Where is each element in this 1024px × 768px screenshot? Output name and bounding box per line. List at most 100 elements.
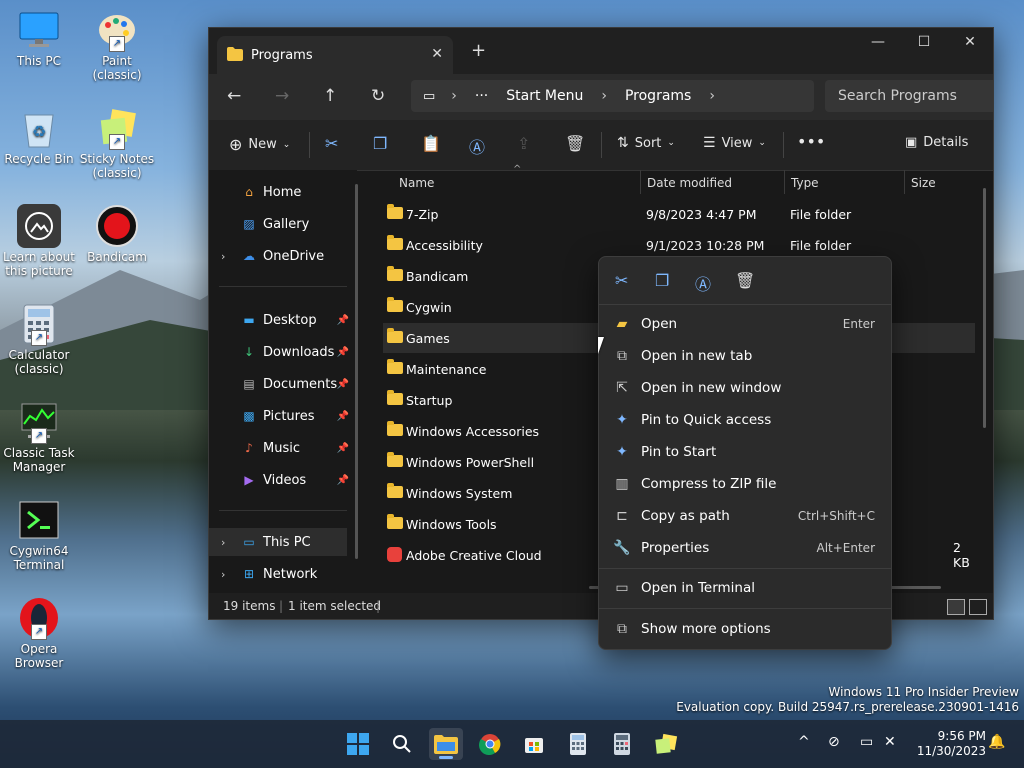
chevron-right-icon[interactable]: › [221, 250, 225, 263]
start-button[interactable] [341, 728, 375, 760]
desktop-icon-this-pc[interactable]: This PC [0, 8, 78, 68]
breadcrumb-programs[interactable]: Programs [625, 88, 691, 104]
sidebar-scrollbar[interactable] [355, 184, 358, 559]
desktop-icon-learn-picture[interactable]: Learn about this picture [0, 204, 78, 278]
divider [219, 286, 347, 287]
menu-item-show-more-options[interactable]: ⧉ Show more options [605, 614, 885, 644]
sidebar-item-downloads[interactable]: ↓ Downloads 📌 [209, 338, 357, 366]
chevron-right-icon[interactable]: › [221, 536, 225, 549]
taskbar-sticky-notes[interactable] [649, 728, 683, 760]
ellipsis-icon[interactable]: ··· [475, 88, 488, 104]
search-button[interactable] [385, 728, 419, 760]
search-input[interactable]: Search Programs [825, 80, 993, 112]
shortcut-arrow-icon: ↗ [109, 134, 125, 150]
menu-item-open-new-tab[interactable]: ⧉ Open in new tab [605, 341, 885, 371]
menu-item-pin-quick-access[interactable]: ✦ Pin to Quick access [605, 405, 885, 435]
menu-item-pin-start[interactable]: ✦ Pin to Start [605, 437, 885, 467]
chevron-right-icon[interactable]: › [221, 568, 225, 581]
documents-icon: ▤ [243, 377, 255, 391]
list-scrollbar[interactable] [983, 188, 986, 428]
breadcrumb-start-menu[interactable]: Start Menu [506, 88, 583, 104]
pin-icon[interactable]: 📌 [337, 443, 349, 454]
taskbar-calculator[interactable] [605, 728, 639, 760]
pin-icon[interactable]: 📌 [337, 475, 349, 486]
sidebar-item-this-pc[interactable]: › ▭ This PC [209, 528, 347, 556]
sidebar-item-network[interactable]: › ⊞ Network [209, 560, 357, 588]
tiles-view-icon[interactable] [969, 599, 987, 615]
new-button[interactable]: ⊕ New ⌄ [229, 135, 290, 154]
desktop-icon-recycle-bin[interactable]: ♻ Recycle Bin [0, 106, 78, 166]
desktop-icon-cygwin[interactable]: Cygwin64 Terminal [0, 498, 78, 572]
notification-bell-icon[interactable]: 🔔 [988, 734, 1005, 750]
delete-icon[interactable]: 🗑 [565, 134, 585, 153]
rename-icon[interactable]: Ⓐ [469, 134, 485, 158]
share-icon[interactable]: ⇪ [517, 134, 530, 153]
opera-icon: ↗ [17, 596, 61, 640]
desktop-icon-bandicam[interactable]: Bandicam [78, 204, 156, 264]
taskbar-chrome[interactable] [473, 728, 507, 760]
desktop-icon-sticky-notes[interactable]: ↗ Sticky Notes (classic) [78, 106, 156, 180]
sidebar-item-gallery[interactable]: ▨ Gallery [209, 210, 357, 238]
sidebar-item-home[interactable]: ⌂ Home [209, 178, 357, 206]
close-tab-icon[interactable]: ✕ [431, 46, 443, 62]
delete-icon[interactable]: 🗑 [735, 271, 755, 290]
menu-item-compress-zip[interactable]: ▥ Compress to ZIP file [605, 469, 885, 499]
pin-icon[interactable]: 📌 [337, 347, 349, 358]
desktop-icon-calculator[interactable]: ↗ Calculator (classic) [0, 302, 78, 376]
more-options-icon[interactable]: ••• [797, 132, 825, 151]
column-header-size[interactable]: Size [911, 176, 936, 190]
taskbar-calculator-classic[interactable] [561, 728, 595, 760]
sidebar-item-desktop[interactable]: ▬ Desktop 📌 [209, 306, 357, 334]
view-icon: ☰ [703, 135, 716, 151]
taskbar-store[interactable] [517, 728, 551, 760]
menu-item-open-terminal[interactable]: ▭ Open in Terminal [605, 573, 885, 603]
rename-icon[interactable]: Ⓐ [695, 271, 711, 295]
chevron-up-icon[interactable]: ^ [798, 734, 810, 750]
details-button[interactable]: ▣ Details [905, 135, 968, 150]
details-view-icon[interactable] [947, 599, 965, 615]
sort-button[interactable]: ⇅ Sort ⌄ [617, 135, 675, 151]
forward-icon[interactable]: → [275, 86, 289, 106]
menu-item-open-new-window[interactable]: ⇱ Open in new window [605, 373, 885, 403]
menu-item-copy-as-path[interactable]: ⊏ Copy as path Ctrl+Shift+C [605, 501, 885, 531]
desktop-icon-paint[interactable]: ↗ Paint (classic) [78, 8, 156, 82]
system-clock[interactable]: 9:56 PM 11/30/2023 [917, 729, 986, 759]
pin-icon[interactable]: 📌 [337, 379, 349, 390]
sidebar-item-music[interactable]: ♪ Music 📌 [209, 434, 357, 462]
view-button[interactable]: ☰ View ⌄ [703, 135, 766, 151]
display-icon[interactable]: ▭ [860, 734, 873, 750]
chrome-icon [479, 734, 501, 755]
address-bar[interactable]: ▭ › ··· Start Menu › Programs › [411, 80, 814, 112]
volume-muted-icon[interactable]: ✕ [884, 734, 896, 750]
column-header-date[interactable]: Date modified [647, 176, 732, 190]
cut-icon[interactable]: ✂ [325, 134, 338, 153]
refresh-icon[interactable]: ↻ [371, 86, 385, 106]
paste-icon[interactable]: 📋 [421, 134, 441, 153]
maximize-icon[interactable]: ☐ [901, 34, 947, 50]
column-header-name[interactable]: Name [399, 176, 434, 190]
network-off-icon[interactable]: ⊘ [828, 734, 840, 750]
taskbar-file-explorer[interactable] [429, 728, 463, 760]
cut-icon[interactable]: ✂ [615, 271, 628, 290]
menu-item-open[interactable]: ▰ Open Enter [605, 309, 885, 339]
sidebar-item-onedrive[interactable]: › ☁ OneDrive [209, 242, 357, 270]
close-window-icon[interactable]: ✕ [947, 34, 993, 50]
pin-icon[interactable]: 📌 [337, 411, 349, 422]
copy-icon[interactable]: ❐ [655, 271, 669, 290]
folder-icon [387, 514, 403, 529]
desktop-icon-task-manager[interactable]: ↗ Classic Task Manager [0, 400, 78, 474]
minimize-icon[interactable]: — [855, 34, 901, 50]
sidebar-item-documents[interactable]: ▤ Documents 📌 [209, 370, 357, 398]
new-tab-icon[interactable]: + [471, 40, 486, 61]
sidebar-item-videos[interactable]: ▶ Videos 📌 [209, 466, 357, 494]
pin-icon[interactable]: 📌 [337, 315, 349, 326]
back-icon[interactable]: ← [227, 86, 241, 106]
sidebar-item-pictures[interactable]: ▩ Pictures 📌 [209, 402, 357, 430]
table-row[interactable]: 7-Zip 9/8/2023 4:47 PM File folder [383, 199, 975, 229]
copy-icon[interactable]: ❐ [373, 134, 387, 153]
tab-programs[interactable]: Programs ✕ [217, 36, 453, 74]
desktop-icon-opera[interactable]: ↗ Opera Browser [0, 596, 78, 670]
menu-item-properties[interactable]: 🔧 Properties Alt+Enter [605, 533, 885, 563]
column-header-type[interactable]: Type [791, 176, 819, 190]
up-icon[interactable]: ↑ [323, 86, 337, 106]
